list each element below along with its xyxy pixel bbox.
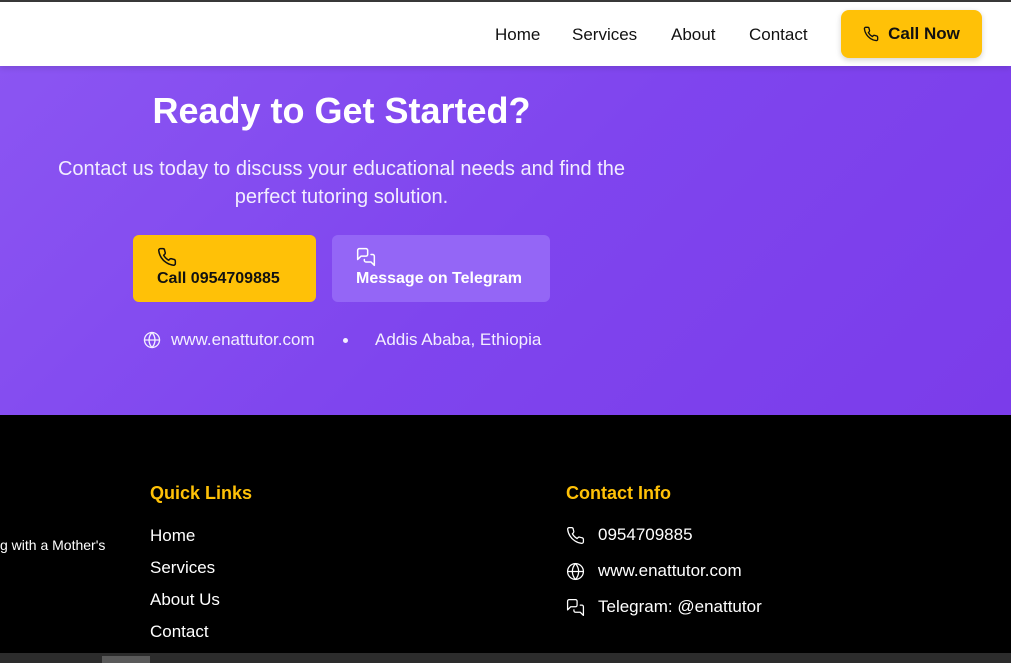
call-now-button[interactable]: Call Now: [841, 10, 982, 58]
contact-info-heading: Contact Info: [566, 483, 671, 503]
cta-website: www.enattutor.com: [143, 330, 315, 350]
telegram-message-label: Message on Telegram: [356, 270, 522, 287]
nav-about-link[interactable]: About: [671, 25, 715, 45]
cta-section: Ready to Get Started? Contact us today t…: [0, 66, 1011, 415]
footer-link-about-us[interactable]: About Us: [150, 590, 220, 610]
footer: g with a Mother's Quick Links Home Servi…: [0, 415, 1011, 663]
call-now-label: Call Now: [888, 24, 960, 43]
cta-location: Addis Ababa, Ethiopia: [375, 330, 542, 349]
phone-icon: [566, 526, 585, 545]
cta-description: Contact us today to discuss your educati…: [57, 158, 626, 208]
quick-links-heading: Quick Links: [150, 483, 253, 503]
separator-dot: [343, 338, 348, 343]
nav-contact-link[interactable]: Contact: [749, 25, 808, 45]
telegram-message-button[interactable]: Message on Telegram: [332, 235, 550, 302]
nav-services-link[interactable]: Services: [572, 25, 637, 45]
chat-icon: [566, 598, 585, 617]
globe-icon: [143, 331, 161, 349]
contact-phone[interactable]: 0954709885: [566, 525, 693, 545]
nav-home-link[interactable]: Home: [495, 25, 540, 45]
contact-website[interactable]: www.enattutor.com: [566, 561, 742, 581]
call-phone-button[interactable]: Call 0954709885: [133, 235, 316, 302]
globe-icon: [566, 562, 585, 581]
chat-icon: [356, 247, 550, 267]
contact-website-text: www.enattutor.com: [598, 561, 742, 580]
contact-telegram[interactable]: Telegram: @enattutor: [566, 597, 762, 617]
footer-link-services[interactable]: Services: [150, 558, 215, 578]
footer-link-contact[interactable]: Contact: [150, 622, 209, 642]
contact-telegram-text: Telegram: @enattutor: [598, 597, 762, 616]
footer-link-home[interactable]: Home: [150, 526, 195, 546]
navbar: Home Services About Contact Call Now: [0, 2, 1011, 66]
scrollbar-thumb[interactable]: [102, 656, 150, 663]
cta-website-text: www.enattutor.com: [171, 330, 315, 349]
cta-title: Ready to Get Started?: [152, 90, 531, 131]
footer-tagline: g with a Mother's: [0, 537, 106, 553]
call-phone-label: Call 0954709885: [157, 270, 280, 287]
phone-icon: [863, 26, 879, 42]
phone-icon: [157, 247, 316, 267]
horizontal-scrollbar[interactable]: [0, 653, 1011, 663]
contact-phone-text: 0954709885: [598, 525, 693, 544]
